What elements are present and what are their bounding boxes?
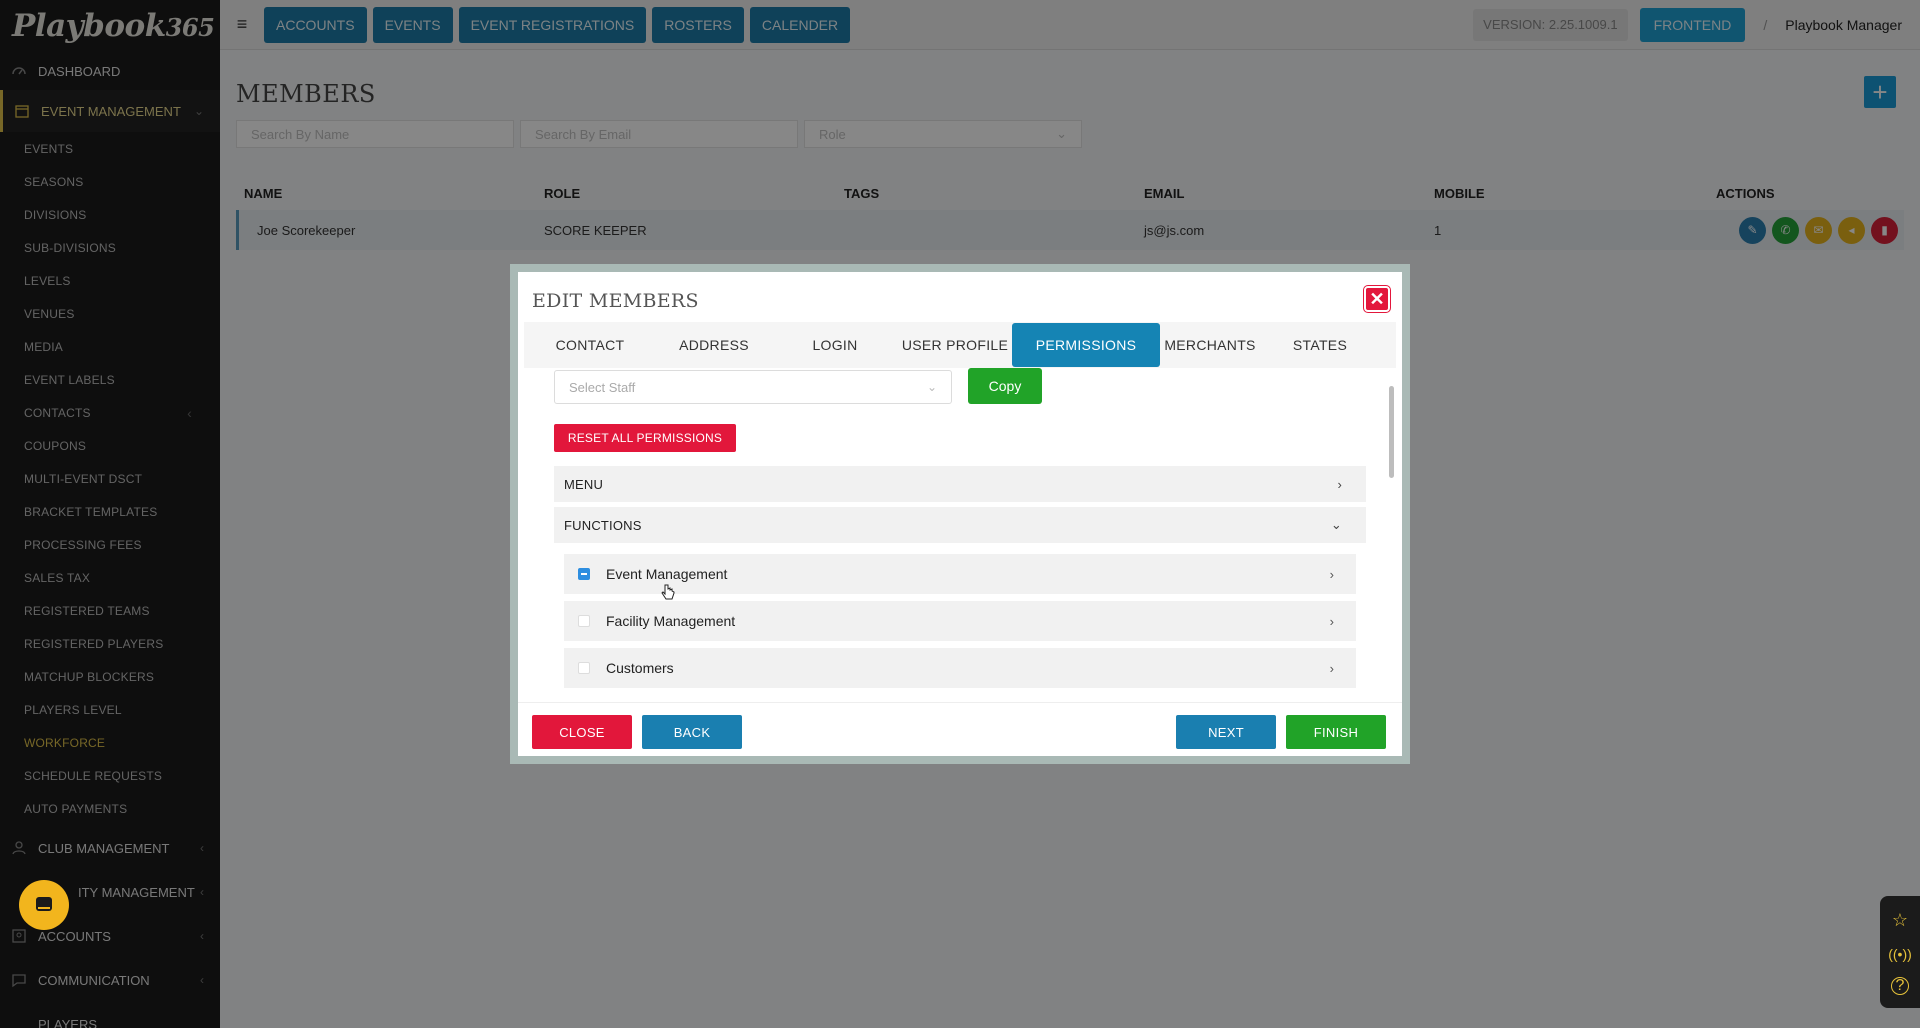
chevron-right-icon[interactable]: ›: [1330, 614, 1334, 629]
modal-content: EDIT MEMBERS ✕ CONTACT ADDRESS LOGIN USE…: [518, 272, 1402, 756]
permission-facility-management[interactable]: Facility Management ›: [564, 601, 1356, 641]
chevron-down-icon: ⌄: [926, 380, 937, 394]
checkbox[interactable]: [578, 568, 590, 580]
select-staff-dropdown[interactable]: Select Staff ⌄: [554, 370, 952, 404]
modal-footer: CLOSE BACK NEXT FINISH: [518, 702, 1402, 756]
select-staff-placeholder: Select Staff: [569, 379, 636, 395]
modal-tabs: CONTACT ADDRESS LOGIN USER PROFILE PERMI…: [524, 322, 1396, 368]
hand-cursor-icon: [661, 584, 675, 600]
permissions-panel: Select Staff ⌄ Copy RESET ALL PERMISSION…: [518, 368, 1402, 702]
scrollbar[interactable]: [1389, 386, 1394, 478]
close-icon[interactable]: ✕: [1364, 286, 1390, 312]
checkbox[interactable]: [578, 615, 590, 627]
menu-accordion[interactable]: MENU ›: [554, 466, 1366, 502]
permission-label: Event Management: [606, 566, 728, 582]
back-button[interactable]: BACK: [642, 715, 742, 749]
accordion-label: FUNCTIONS: [564, 517, 642, 533]
tab-user-profile[interactable]: USER PROFILE: [898, 323, 1012, 367]
functions-accordion[interactable]: FUNCTIONS ⌄: [554, 507, 1366, 543]
edit-members-modal: EDIT MEMBERS ✕ CONTACT ADDRESS LOGIN USE…: [510, 264, 1410, 764]
accordion-label: MENU: [564, 476, 604, 492]
help-icon[interactable]: ?: [1891, 976, 1909, 995]
reset-permissions-button[interactable]: RESET ALL PERMISSIONS: [554, 424, 736, 452]
next-button[interactable]: NEXT: [1176, 715, 1276, 749]
permission-label: Customers: [606, 660, 674, 676]
tab-login[interactable]: LOGIN: [772, 323, 898, 367]
tab-contact[interactable]: CONTACT: [524, 323, 656, 367]
chevron-right-icon[interactable]: ›: [1330, 661, 1334, 676]
close-button[interactable]: CLOSE: [532, 715, 632, 749]
broadcast-icon[interactable]: ((•)): [1888, 946, 1912, 962]
permission-event-management[interactable]: Event Management ›: [564, 554, 1356, 594]
chevron-down-icon: ⌄: [1330, 517, 1342, 532]
chat-icon: [36, 897, 52, 911]
permission-label: Facility Management: [606, 613, 736, 629]
modal-title: EDIT MEMBERS: [532, 290, 699, 312]
finish-button[interactable]: FINISH: [1286, 715, 1386, 749]
tab-states[interactable]: STATES: [1260, 323, 1380, 367]
chevron-right-icon[interactable]: ›: [1330, 567, 1334, 582]
permission-customers[interactable]: Customers ›: [564, 648, 1356, 688]
copy-button[interactable]: Copy: [968, 368, 1042, 404]
tab-merchants[interactable]: MERCHANTS: [1160, 323, 1260, 367]
tab-address[interactable]: ADDRESS: [656, 323, 772, 367]
chat-launcher[interactable]: [19, 880, 69, 930]
star-icon[interactable]: ☆: [1892, 910, 1908, 931]
side-widget: ☆ ((•)) ?: [1880, 896, 1920, 1008]
chevron-right-icon: ›: [1337, 476, 1342, 492]
tab-permissions[interactable]: PERMISSIONS: [1012, 323, 1160, 367]
checkbox[interactable]: [578, 662, 590, 674]
